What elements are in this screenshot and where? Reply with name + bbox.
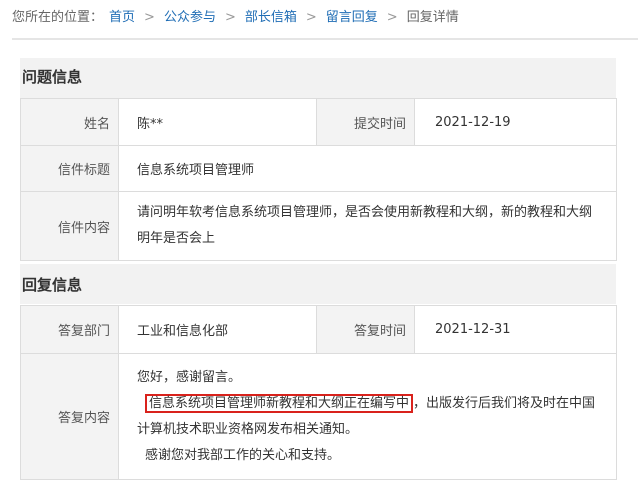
reply-table: 答复部门 工业和信息化部 答复时间 2021-12-31 答复内容 您好，感谢留… [20, 305, 617, 480]
table-row: 答复部门 工业和信息化部 答复时间 2021-12-31 [20, 305, 617, 354]
submit-time-label: 提交时间 [316, 98, 415, 146]
reply-time-value: 2021-12-31 [414, 305, 617, 354]
breadcrumb-separator: > [386, 10, 398, 25]
submit-time-value: 2021-12-19 [414, 98, 617, 146]
dept-value: 工业和信息化部 [118, 305, 317, 354]
reply-section-header [20, 264, 616, 304]
breadcrumb-separator: > [305, 10, 317, 25]
breadcrumb-minister-mailbox-link[interactable]: 部长信箱 [245, 10, 297, 25]
question-section-title: 问题信息 [22, 68, 83, 86]
breadcrumb: 您所在的位置： 首页 > 公众参与 > 部长信箱 > 留言回复 > 回复详情 [12, 0, 638, 40]
breadcrumb-prefix: 您所在的位置： [12, 10, 104, 25]
reply-time-label: 答复时间 [316, 305, 415, 354]
content-label: 信件内容 [20, 191, 119, 261]
breadcrumb-message-reply-link[interactable]: 留言回复 [326, 10, 378, 25]
question-table: 姓名 陈** 提交时间 2021-12-19 信件标题 信息系统项目管理师 信件… [20, 98, 617, 261]
breadcrumb-home-link[interactable]: 首页 [109, 10, 135, 25]
name-label: 姓名 [20, 98, 119, 146]
table-row: 信件标题 信息系统项目管理师 [20, 145, 617, 192]
dept-label: 答复部门 [20, 305, 119, 354]
table-row: 姓名 陈** 提交时间 2021-12-19 [20, 98, 617, 146]
reply-greeting: 您好，感谢留言。 [137, 369, 242, 385]
subject-label: 信件标题 [20, 145, 119, 192]
subject-value: 信息系统项目管理师 [118, 145, 617, 192]
reply-closing: 感谢您对我部工作的关心和支持。 [145, 447, 341, 463]
table-row: 答复内容 您好，感谢留言。 信息系统项目管理师新教程和大纲正在编写中 ，出版发行后… [20, 353, 617, 480]
breadcrumb-public-participation-link[interactable]: 公众参与 [164, 10, 216, 25]
reply-section-title: 回复信息 [22, 276, 83, 294]
breadcrumb-separator: > [224, 10, 236, 25]
highlighted-text: 信息系统项目管理师新教程和大纲正在编写中 [145, 393, 414, 413]
reply-main-paragraph: 信息系统项目管理师新教程和大纲正在编写中 ，出版发行后我们将及时在中国计算机技术职… [137, 391, 598, 443]
reply-content-label: 答复内容 [20, 353, 119, 480]
breadcrumb-separator: > [144, 10, 155, 25]
reply-content: 您好，感谢留言。 信息系统项目管理师新教程和大纲正在编写中 ，出版发行后我们将及时… [118, 353, 617, 480]
breadcrumb-current: 回复详情 [406, 10, 459, 25]
content-value: 请问明年软考信息系统项目管理师，是否会使用新教程和大纲，新的教程和大纲明年是否会… [118, 191, 617, 261]
table-row: 信件内容 请问明年软考信息系统项目管理师，是否会使用新教程和大纲，新的教程和大纲… [20, 191, 617, 261]
name-value: 陈** [118, 98, 317, 146]
question-section-header [20, 58, 616, 98]
